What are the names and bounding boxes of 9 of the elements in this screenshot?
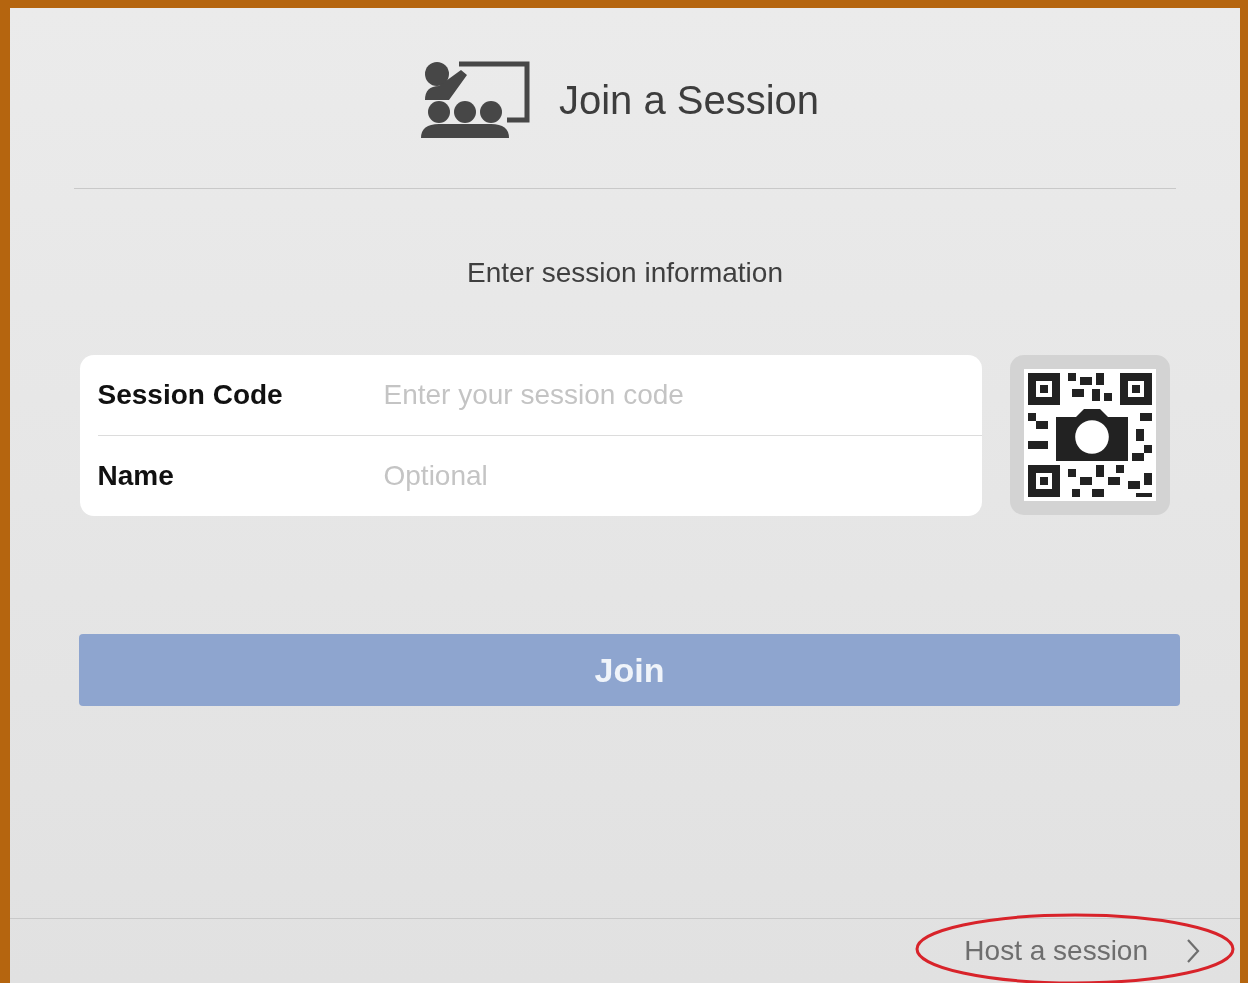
input-field[interactable]: Enter your session code [383,379,982,411]
field-label: Name [97,460,175,492]
chevron-right-icon[interactable] [1186,938,1200,964]
field-label: Session Code [97,379,284,411]
instructions-text: Enter session information [467,257,783,289]
page-title: Join a Session [558,77,820,123]
input-field[interactable]: Optional [383,460,982,492]
qr-camera-icon [1023,369,1156,501]
qr-scan-button[interactable] [1009,355,1170,515]
